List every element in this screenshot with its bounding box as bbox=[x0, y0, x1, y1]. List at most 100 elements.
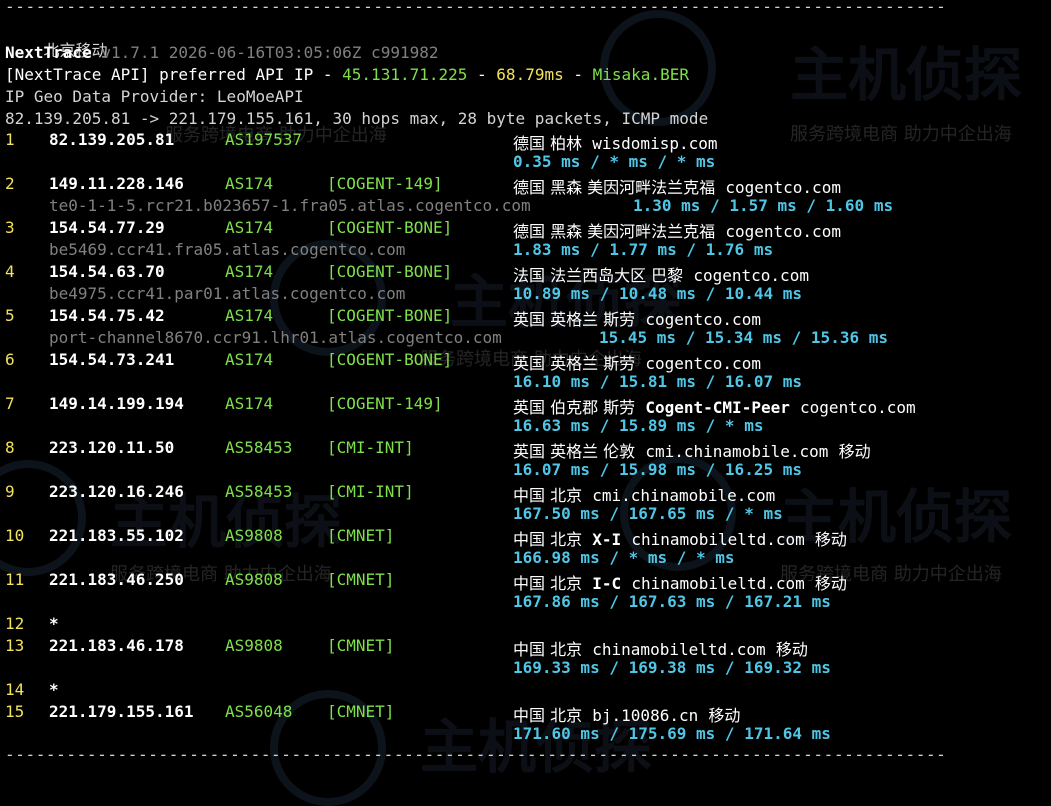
hop-rdns: te0-1-1-5.rcr21.b023657-1.fra05.atlas.co… bbox=[49, 196, 531, 215]
hop-asn: AS174 bbox=[225, 174, 274, 193]
hop-rtt: 16.07 ms / 15.98 ms / 16.25 ms bbox=[513, 460, 802, 479]
hop-label: I-C bbox=[592, 574, 622, 593]
version-line: NextTrace v1.7.1 2026-06-16T03:05:06Z c9… bbox=[5, 42, 438, 64]
hop-geo-group: 德国 黑森 美因河畔法兰克福 cogentco.com bbox=[513, 218, 841, 242]
hop-isp: 移动 bbox=[838, 442, 871, 461]
hop-tag: [COGENT-BONE] bbox=[327, 218, 453, 237]
hop-detail-row: be5469.ccr41.fra05.atlas.cogentco.com 1.8… bbox=[0, 240, 1051, 262]
hop-geo: 德国 黑森 美因河畔法兰克福 bbox=[513, 178, 716, 197]
hop-domain: chinamobileltd.com bbox=[592, 640, 766, 659]
hop-domain: cogentco.com bbox=[725, 222, 841, 241]
hop-geo: 英国 英格兰 斯劳 bbox=[513, 310, 636, 329]
hop-detail-row: 16.07 ms / 15.98 ms / 16.25 ms bbox=[0, 460, 1051, 482]
hop-number: 6 bbox=[5, 350, 15, 369]
separator-top: ----------------------------------------… bbox=[0, 0, 946, 15]
hop-number: 7 bbox=[5, 394, 15, 413]
hop-tag: [CMI-INT] bbox=[327, 482, 414, 501]
hop-ip: 149.11.228.146 bbox=[49, 174, 184, 193]
hop-row: 8 223.120.11.50 AS58453 [CMI-INT] 英国 英格兰 伦敦 … bbox=[0, 438, 1051, 462]
api-dash: - bbox=[563, 65, 593, 84]
hop-geo: 中国 北京 bbox=[513, 706, 583, 725]
hop-geo-group: 德国 柏林 wisdomisp.com bbox=[513, 130, 718, 154]
hop-isp: 移动 bbox=[775, 640, 808, 659]
hop-tag: [CMNET] bbox=[327, 526, 395, 545]
hop-number: 4 bbox=[5, 262, 15, 281]
hop-domain: cmi.chinamobile.com bbox=[592, 486, 776, 505]
app-version: v1.7.1 2026-06-16T03:05:06Z c991982 bbox=[91, 43, 439, 62]
hop-asn: AS9808 bbox=[225, 526, 283, 545]
hop-rtt: 0.35 ms / * ms / * ms bbox=[513, 152, 716, 171]
hop-ip: 82.139.205.81 bbox=[49, 130, 175, 149]
hop-tag: [CMI-INT] bbox=[327, 438, 414, 457]
hop-ip: 221.179.155.161 bbox=[49, 702, 194, 721]
hop-ip: 149.14.199.194 bbox=[49, 394, 184, 413]
hop-ip: 154.54.75.42 bbox=[49, 306, 165, 325]
hop-geo: 中国 北京 bbox=[513, 574, 583, 593]
hop-asn: AS174 bbox=[225, 350, 274, 369]
hop-ip: 221.183.46.250 bbox=[49, 570, 184, 589]
hop-number: 10 bbox=[5, 526, 25, 545]
hop-asn: AS58453 bbox=[225, 438, 293, 457]
hop-rtt: 1.30 ms / 1.57 ms / 1.60 ms bbox=[633, 196, 894, 215]
hop-row: 14 * bbox=[0, 680, 1051, 702]
hop-rtt: 171.60 ms / 175.69 ms / 171.64 ms bbox=[513, 724, 831, 743]
hop-detail-row: 169.33 ms / 169.38 ms / 169.32 ms bbox=[0, 658, 1051, 680]
hop-geo: 英国 伯克郡 斯劳 bbox=[513, 398, 636, 417]
geo-provider-line: IP Geo Data Provider: LeoMoeAPI bbox=[5, 86, 304, 108]
api-prefix: [NextTrace API] preferred API IP - bbox=[5, 65, 343, 84]
hop-asn: AS174 bbox=[225, 262, 274, 281]
hop-rtt: 167.86 ms / 167.63 ms / 167.21 ms bbox=[513, 592, 831, 611]
hop-number: 12 bbox=[5, 614, 25, 633]
hop-geo: 中国 北京 bbox=[513, 530, 583, 549]
hop-asn: AS174 bbox=[225, 306, 274, 325]
hop-geo-group: 英国 英格兰 斯劳 cogentco.com bbox=[513, 306, 761, 330]
hop-geo-group: 中国 北京 chinamobileltd.com 移动 bbox=[513, 636, 808, 660]
hop-geo: 中国 北京 bbox=[513, 486, 583, 505]
api-line: [NextTrace API] preferred API IP - 45.13… bbox=[5, 64, 689, 86]
hop-row: 11 221.183.46.250 AS9808 [CMNET] 中国 北京 I-C c… bbox=[0, 570, 1051, 593]
hop-ip: 154.54.73.241 bbox=[49, 350, 175, 369]
hop-ip: 221.183.55.102 bbox=[49, 526, 184, 545]
hop-geo: 英国 英格兰 斯劳 bbox=[513, 354, 636, 373]
trace-summary: 82.139.205.81 -> 221.179.155.161, 30 hop… bbox=[5, 109, 709, 128]
hop-domain: cogentco.com bbox=[645, 310, 761, 329]
hop-geo-group: 英国 英格兰 伦敦 cmi.chinamobile.com 移动 bbox=[513, 438, 871, 462]
hop-ip: 221.183.46.178 bbox=[49, 636, 184, 655]
api-latency: 68.79ms bbox=[496, 65, 564, 84]
separator-line: ----------------------------------------… bbox=[5, 0, 947, 16]
hop-asn: AS174 bbox=[225, 394, 274, 413]
hop-rtt: 16.63 ms / 15.89 ms / * ms bbox=[513, 416, 764, 435]
region-title: 北京移动 bbox=[5, 18, 108, 60]
api-dash: - bbox=[467, 65, 497, 84]
hop-detail-row: 166.98 ms / * ms / * ms bbox=[0, 548, 1051, 570]
hop-row: 1 82.139.205.81 AS197537 德国 柏林 wisdomisp.co… bbox=[0, 130, 1051, 154]
hop-geo: 德国 黑森 美因河畔法兰克福 bbox=[513, 222, 716, 241]
hop-number: 3 bbox=[5, 218, 15, 237]
hop-extra: Cogent-CMI-Peer bbox=[645, 398, 790, 417]
hop-geo-group: 中国 北京 cmi.chinamobile.com bbox=[513, 482, 775, 506]
hop-geo-group: 德国 黑森 美因河畔法兰克福 cogentco.com bbox=[513, 174, 841, 198]
hop-ip: 223.120.16.246 bbox=[49, 482, 184, 501]
hop-tag: [CMNET] bbox=[327, 636, 395, 655]
app-name: NextTrace bbox=[5, 43, 92, 62]
hop-asn: AS9808 bbox=[225, 570, 283, 589]
hop-tag: [COGENT-BONE] bbox=[327, 306, 453, 325]
hop-row: 2 149.11.228.146 AS174 [COGENT-149] 德国 黑森 美因… bbox=[0, 174, 1051, 198]
hop-isp: 移动 bbox=[708, 706, 741, 725]
hop-detail-row: 167.50 ms / 167.65 ms / * ms bbox=[0, 504, 1051, 526]
hop-rtt: 15.45 ms / 15.34 ms / 15.36 ms bbox=[599, 328, 888, 347]
hop-geo-group: 中国 北京 bj.10086.cn 移动 bbox=[513, 702, 740, 726]
